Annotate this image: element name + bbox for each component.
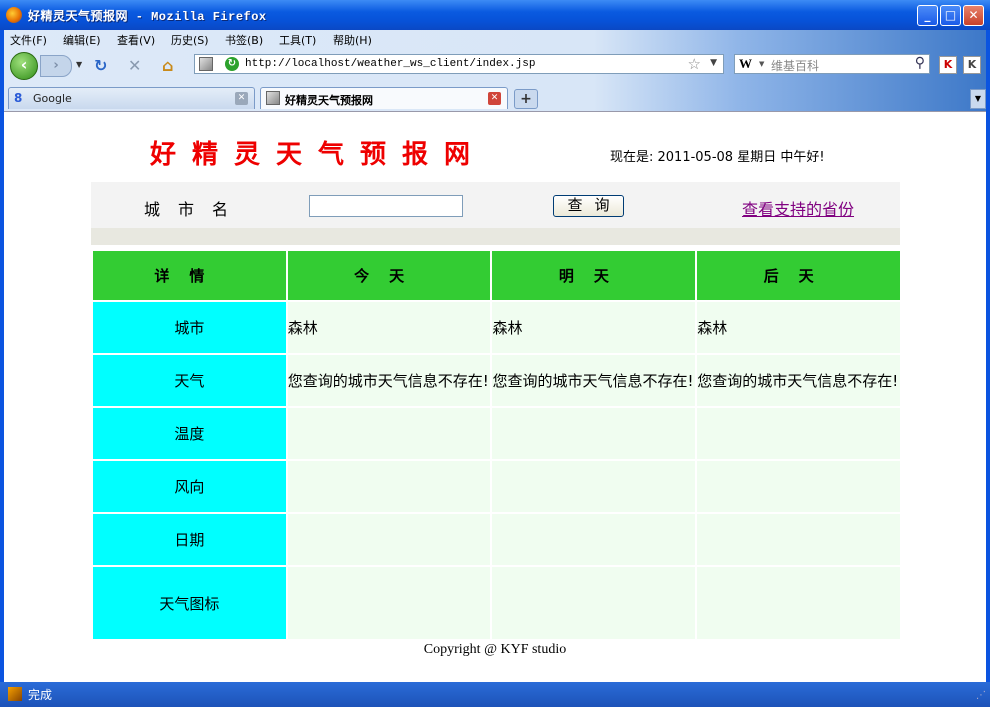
table-cell — [492, 514, 696, 565]
tab-label: Google — [33, 92, 72, 105]
supported-provinces-link[interactable]: 查看支持的省份 — [742, 196, 854, 220]
table-cell — [492, 408, 696, 459]
row-label: 天气 — [93, 355, 286, 406]
table-header-row: 详情 今天 明天 后天 — [93, 251, 900, 300]
current-date-text: 现在是: 2011-05-08 星期日 中午好! — [610, 150, 825, 165]
menu-help[interactable]: 帮助(H) — [333, 32, 372, 48]
search-icon[interactable]: ⚲ — [915, 55, 925, 71]
search-form: 城市名 查询 查看支持的省份 — [91, 182, 900, 245]
firefox-logo-icon — [6, 7, 22, 23]
row-label: 天气图标 — [93, 567, 286, 639]
maximize-button[interactable]: □ — [940, 5, 961, 26]
page-content: 好精灵天气预报网 现在是: 2011-05-08 星期日 中午好! 城市名 查询… — [4, 111, 986, 683]
search-box[interactable]: W ▼ 维基百科 ⚲ — [734, 54, 930, 74]
header-today: 今天 — [287, 251, 491, 300]
back-button[interactable]: ‹ — [10, 52, 38, 80]
tab-google[interactable]: 8 Google ✕ — [8, 87, 255, 109]
tab-bar: 8 Google ✕ 好精灵天气预报网 ✕ + ▼ — [4, 85, 986, 111]
addon-k-red-icon[interactable]: K — [939, 56, 957, 74]
table-cell — [697, 514, 900, 565]
header-tomorrow: 明天 — [492, 251, 696, 300]
tab-list-icon[interactable]: ▼ — [970, 89, 986, 109]
google-favicon-icon: 8 — [14, 91, 23, 105]
query-button[interactable]: 查询 — [553, 195, 624, 217]
bookmark-star-icon[interactable]: ☆ — [688, 55, 701, 73]
table-row: 天气 您查询的城市天气信息不存在! 您查询的城市天气信息不存在! 您查询的城市天… — [93, 355, 900, 406]
title-bar[interactable]: 好精灵天气预报网 - Mozilla Firefox _ □ ✕ — [0, 0, 990, 30]
table-cell — [287, 461, 491, 512]
table-cell — [697, 461, 900, 512]
header-day-after: 后天 — [697, 251, 900, 300]
resize-grip-icon[interactable]: ⋰ — [976, 690, 986, 701]
table-cell: 您查询的城市天气信息不存在! — [492, 355, 696, 406]
browser-chrome: 文件(F) 编辑(E) 查看(V) 历史(S) 书签(B) 工具(T) 帮助(H… — [4, 30, 986, 111]
menu-view[interactable]: 查看(V) — [117, 32, 155, 48]
stop-icon[interactable]: ✕ — [128, 56, 141, 75]
table-row: 温度 — [93, 408, 900, 459]
row-label: 日期 — [93, 514, 286, 565]
row-label: 城市 — [93, 302, 286, 353]
table-row: 风向 — [93, 461, 900, 512]
site-favicon-icon — [199, 57, 213, 71]
table-cell: 您查询的城市天气信息不存在! — [697, 355, 900, 406]
table-cell — [697, 408, 900, 459]
url-dropdown-icon[interactable]: ▼ — [710, 58, 717, 68]
table-row: 天气图标 — [93, 567, 900, 639]
site-identity-icon[interactable]: ↻ — [225, 57, 239, 71]
menu-history[interactable]: 历史(S) — [171, 32, 209, 48]
city-input[interactable] — [309, 195, 463, 217]
table-cell — [287, 408, 491, 459]
table-cell — [287, 514, 491, 565]
table-cell: 森林 — [697, 302, 900, 353]
navigation-toolbar: ‹ › ▼ ↻ ✕ ⌂ ↻ http://localhost/weather_w… — [4, 50, 986, 80]
search-engine-icon[interactable]: W — [739, 56, 752, 72]
menu-tools[interactable]: 工具(T) — [279, 32, 316, 48]
status-bar: 完成 ⋰ — [0, 682, 990, 707]
table-cell — [287, 567, 491, 639]
table-row: 城市 森林 森林 森林 — [93, 302, 900, 353]
site-title: 好精灵天气预报网 — [150, 140, 487, 170]
browser-window: 好精灵天气预报网 - Mozilla Firefox _ □ ✕ 文件(F) 编… — [0, 0, 990, 707]
menu-bookmarks[interactable]: 书签(B) — [225, 32, 263, 48]
forward-button[interactable]: › — [40, 55, 72, 77]
home-icon[interactable]: ⌂ — [162, 56, 173, 75]
table-row: 日期 — [93, 514, 900, 565]
row-label: 温度 — [93, 408, 286, 459]
menu-file[interactable]: 文件(F) — [10, 32, 47, 48]
new-tab-button[interactable]: + — [514, 89, 538, 109]
row-label: 风向 — [93, 461, 286, 512]
weather-table: 详情 今天 明天 后天 城市 森林 森林 森林 天气 您查询的城市天气信息不存在… — [91, 249, 902, 641]
menu-bar: 文件(F) 编辑(E) 查看(V) 历史(S) 书签(B) 工具(T) 帮助(H… — [4, 30, 986, 48]
search-placeholder[interactable]: 维基百科 — [771, 57, 819, 74]
status-text: 完成 — [28, 688, 53, 702]
tab-weather[interactable]: 好精灵天气预报网 ✕ — [260, 87, 508, 109]
reload-icon[interactable]: ↻ — [94, 56, 107, 75]
minimize-button[interactable]: _ — [917, 5, 938, 26]
table-cell: 森林 — [492, 302, 696, 353]
copyright-text: Copyright @ KYF studio — [423, 642, 567, 657]
search-engine-dropdown-icon[interactable]: ▼ — [759, 60, 764, 68]
status-icon — [8, 687, 22, 701]
search-form-divider — [91, 228, 900, 245]
table-cell — [697, 567, 900, 639]
table-cell: 您查询的城市天气信息不存在! — [287, 355, 491, 406]
close-button[interactable]: ✕ — [963, 5, 984, 26]
addon-k-icon[interactable]: K — [963, 56, 981, 74]
close-tab-icon[interactable]: ✕ — [235, 92, 248, 105]
header-details: 详情 — [93, 251, 286, 300]
window-title: 好精灵天气预报网 - Mozilla Firefox — [28, 10, 267, 24]
menu-edit[interactable]: 编辑(E) — [63, 32, 101, 48]
table-cell: 森林 — [287, 302, 491, 353]
table-cell — [492, 461, 696, 512]
history-dropdown-icon[interactable]: ▼ — [76, 60, 82, 69]
close-tab-icon[interactable]: ✕ — [488, 92, 501, 105]
city-label: 城市名 — [144, 200, 247, 219]
tab-label: 好精灵天气预报网 — [285, 94, 373, 107]
table-cell — [492, 567, 696, 639]
page-favicon-icon — [266, 91, 280, 105]
url-text[interactable]: http://localhost/weather_ws_client/index… — [245, 58, 535, 70]
url-bar[interactable]: ↻ http://localhost/weather_ws_client/ind… — [194, 54, 724, 74]
